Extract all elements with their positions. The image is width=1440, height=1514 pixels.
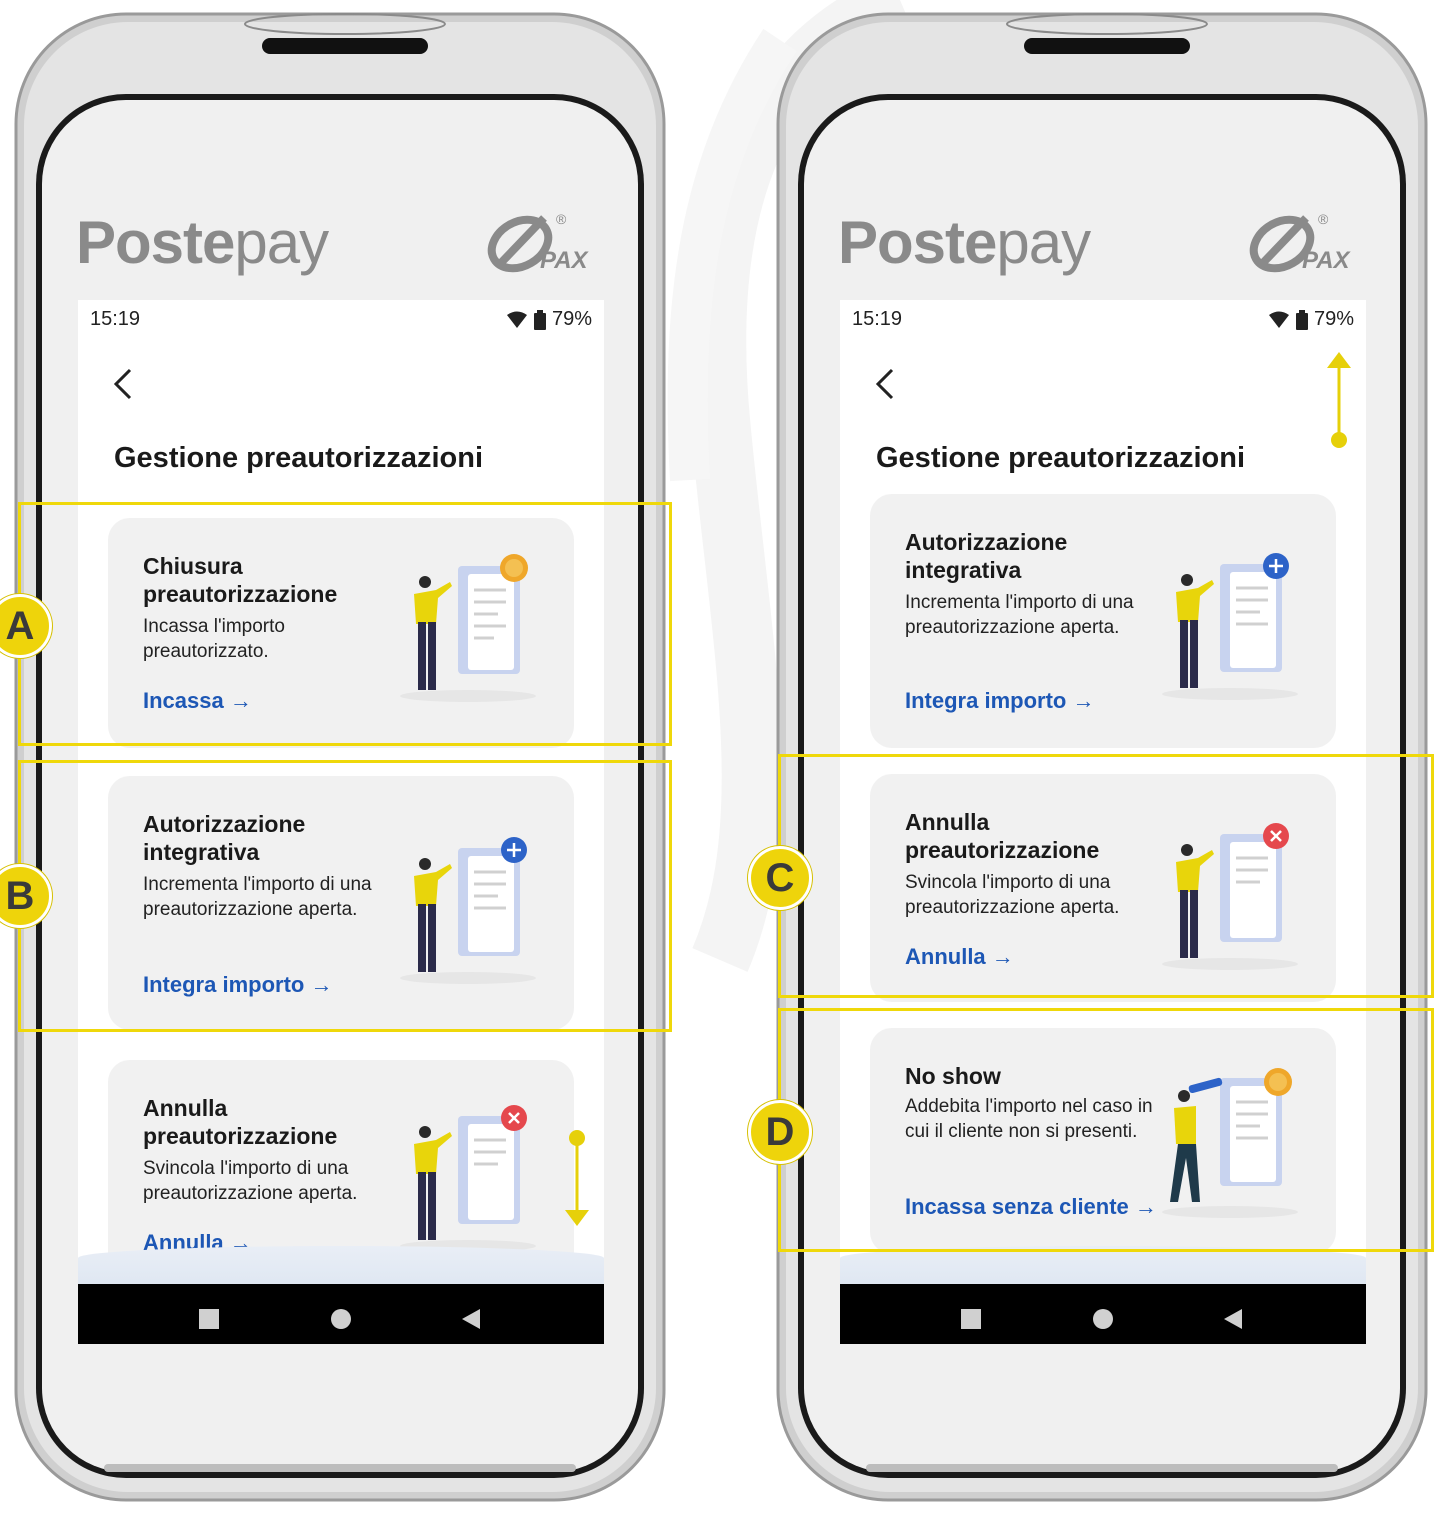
card-title: Autorizzazione integrativa	[905, 529, 1068, 583]
svg-text:®: ®	[1318, 211, 1329, 227]
card-description: Incrementa l'importo di una preautorizza…	[905, 592, 1134, 638]
battery-icon	[1295, 309, 1308, 330]
page-title: Gestione preautorizzazioni	[876, 442, 1245, 474]
android-nav-bar	[78, 1284, 604, 1344]
bottom-fade	[840, 1246, 1366, 1286]
svg-text:PAX: PAX	[1302, 247, 1352, 274]
postepay-logo: Postepay	[838, 209, 1091, 276]
card-description: Svincola l'importo di una preautorizzazi…	[143, 1158, 358, 1204]
back-nav-button[interactable]	[460, 1308, 482, 1330]
recent-apps-button[interactable]	[198, 1308, 220, 1330]
status-bar: 15:19 79%	[840, 300, 1366, 340]
scroll-down-arrow-icon	[565, 1130, 589, 1226]
callout-box-b	[18, 760, 672, 1032]
pax-logo: PAX ®	[487, 211, 590, 274]
svg-text:®: ®	[556, 211, 567, 227]
integra-importo-link[interactable]: Integra importo →	[905, 688, 1094, 714]
callout-badge-d: D	[748, 1100, 812, 1164]
page-title: Gestione preautorizzazioni	[114, 442, 483, 474]
pax-logo: PAX ®	[1249, 211, 1352, 274]
back-nav-button[interactable]	[1222, 1308, 1244, 1330]
status-time: 15:19	[90, 308, 141, 330]
callout-badge-c: C	[748, 846, 812, 910]
wifi-icon	[506, 311, 527, 328]
recent-apps-button[interactable]	[960, 1308, 982, 1330]
illustration-person-document	[1162, 553, 1298, 700]
illustration-person-document	[400, 1105, 536, 1252]
status-bar: 15:19 79%	[78, 300, 604, 340]
home-button[interactable]	[1092, 1308, 1114, 1330]
card-autorizzazione-integrativa[interactable]: Autorizzazione integrativa Incrementa l'…	[870, 494, 1336, 748]
svg-text:PAX: PAX	[540, 247, 590, 274]
battery-level: 79%	[1313, 308, 1354, 330]
status-time: 15:19	[852, 308, 903, 330]
status-icons: 79%	[1268, 308, 1354, 331]
card-title: Annulla preautorizzazione	[143, 1095, 338, 1149]
battery-level: 79%	[551, 308, 592, 330]
callout-box-d	[778, 1008, 1434, 1252]
scroll-up-arrow-icon	[1327, 352, 1351, 448]
status-icons: 79%	[506, 308, 592, 331]
bottom-fade	[78, 1246, 604, 1286]
back-icon[interactable]	[108, 364, 138, 404]
postepay-logo: Postepay	[76, 209, 329, 276]
left-device: Postepay PAX ® 15:19 79% Gestione preaut…	[12, 10, 668, 1504]
back-icon[interactable]	[870, 364, 900, 404]
wifi-icon	[1268, 311, 1289, 328]
callout-box-a	[18, 502, 672, 746]
android-nav-bar	[840, 1284, 1366, 1344]
home-button[interactable]	[330, 1308, 352, 1330]
callout-box-c	[778, 754, 1434, 998]
battery-icon	[533, 309, 546, 330]
